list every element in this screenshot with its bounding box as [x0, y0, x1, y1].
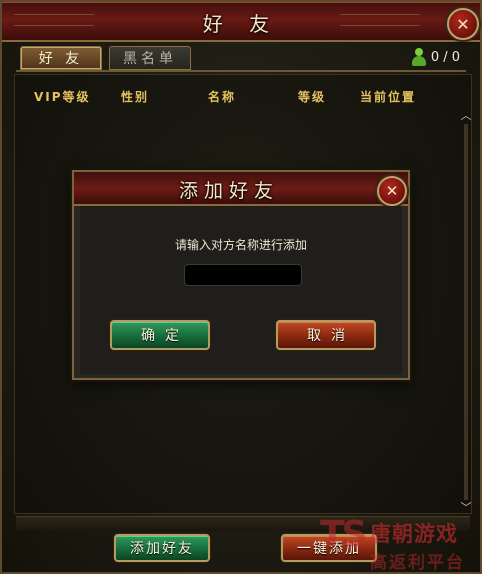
cancel-button[interactable]: 取消 [276, 320, 376, 350]
add-friend-dialog: 添加好友 ✕ 请输入对方名称进行添加 确定 取消 [72, 170, 410, 380]
close-icon[interactable]: ✕ [447, 8, 479, 40]
column-header-level[interactable]: 等级 [298, 88, 326, 105]
add-all-button[interactable]: 一键添加 [281, 534, 377, 562]
confirm-button[interactable]: 确定 [110, 320, 210, 350]
column-header-name[interactable]: 名称 [208, 88, 236, 105]
dialog-prompt: 请输入对方名称进行添加 [174, 238, 307, 252]
column-header-vip[interactable]: VIP等级 [34, 88, 91, 105]
column-header-gender[interactable]: 性别 [121, 88, 149, 105]
scrollbar[interactable]: ︿ ﹀ [459, 110, 473, 514]
person-icon [411, 48, 427, 66]
online-count-text: 0 / 0 [430, 49, 460, 65]
column-header-location[interactable]: 当前位置 [360, 88, 416, 105]
title-bar: 好 友 [2, 2, 480, 42]
dialog-title: 添加好友 [178, 180, 279, 202]
tab-blacklist[interactable]: 黑名单 [109, 46, 191, 70]
dialog-title-bar: 添加好友 [74, 172, 408, 206]
add-friend-button[interactable]: 添加好友 [114, 534, 210, 562]
online-count: 0 / 0 [411, 48, 460, 66]
bottom-strip [16, 516, 470, 531]
scroll-track[interactable] [464, 124, 468, 500]
dialog-body: 请输入对方名称进行添加 确定 取消 [80, 206, 402, 374]
dialog-close-icon[interactable]: ✕ [377, 176, 407, 206]
window-title: 好 友 [202, 12, 280, 36]
friend-name-input[interactable] [184, 264, 302, 286]
scroll-up-icon[interactable]: ︿ [459, 110, 473, 122]
tab-divider [16, 70, 466, 72]
tab-friends[interactable]: 好 友 [20, 46, 102, 70]
scroll-down-icon[interactable]: ﹀ [459, 502, 473, 514]
